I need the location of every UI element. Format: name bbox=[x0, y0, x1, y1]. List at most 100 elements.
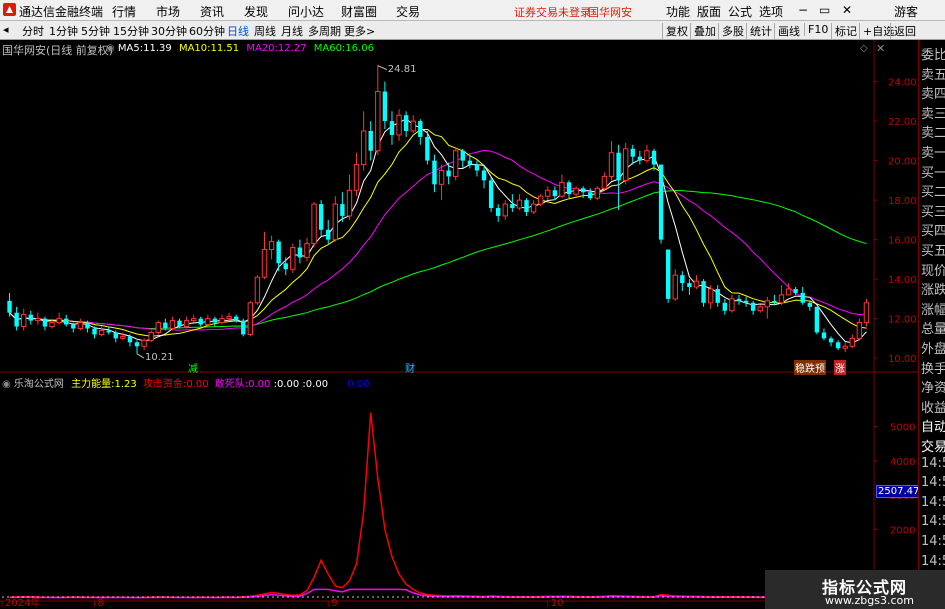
draw-line-button[interactable]: 画线 bbox=[774, 23, 800, 39]
mark-button[interactable]: 标记 bbox=[831, 23, 857, 39]
candle-body bbox=[665, 249, 671, 299]
user-label[interactable]: 游客 bbox=[894, 3, 918, 20]
quote-field: 卖二 bbox=[921, 126, 945, 142]
candle-body bbox=[552, 190, 558, 197]
quote-field: 14:56 bbox=[921, 514, 945, 530]
candle-body bbox=[715, 289, 720, 303]
indicator-main-energy: 主力能量:1.23 bbox=[71, 379, 137, 390]
candle-body bbox=[183, 320, 190, 328]
maximize-icon[interactable]: ▭ bbox=[819, 3, 830, 17]
chart-frame bbox=[0, 40, 918, 609]
tab-weekly[interactable]: 周线 bbox=[254, 23, 276, 39]
event-marker-rise[interactable]: 涨 bbox=[834, 360, 846, 375]
candle-body bbox=[148, 331, 154, 341]
candle-body bbox=[644, 150, 650, 162]
app-title: 通达信金融终端 bbox=[19, 5, 104, 19]
sub-legend-toggle-icon[interactable]: ◉ bbox=[2, 379, 11, 390]
candle-body bbox=[247, 302, 254, 335]
tab-intraday[interactable]: 分时 bbox=[22, 23, 44, 39]
tab-daily[interactable]: 日线 bbox=[227, 23, 249, 39]
candle-body bbox=[169, 320, 176, 330]
tab-1min[interactable]: 1分钟 bbox=[49, 23, 78, 39]
candle-body bbox=[687, 283, 692, 288]
add-watchlist-button[interactable]: +自选 bbox=[859, 23, 894, 39]
candle-body bbox=[545, 189, 551, 197]
ma10-value: 11.51 bbox=[210, 43, 240, 54]
menu-item-news[interactable]: 资讯 bbox=[200, 3, 224, 20]
x-tick-label: 8 bbox=[98, 598, 104, 609]
candle-body bbox=[566, 182, 572, 195]
menu-item-layout[interactable]: 版面 bbox=[697, 3, 721, 20]
candle-body bbox=[502, 203, 508, 217]
candle-body bbox=[588, 192, 593, 199]
multi-stock-button[interactable]: 多股 bbox=[718, 23, 744, 39]
back-button[interactable]: 返回 bbox=[890, 23, 916, 39]
candle-body bbox=[432, 160, 437, 185]
event-marker-forecast[interactable]: 稳跌预 bbox=[794, 360, 826, 375]
diamond-icon[interactable]: ◇ bbox=[860, 43, 868, 54]
tab-15min[interactable]: 15分钟 bbox=[113, 23, 149, 39]
menu-bar: 通达信金融终端 行情 市场 资讯 发现 问小达 财富圈 交易 证券交易未登录 国… bbox=[0, 0, 945, 21]
candle-body bbox=[828, 338, 834, 343]
candle-body bbox=[729, 298, 735, 312]
legend-toggle-icon[interactable]: ◉ bbox=[106, 43, 115, 54]
candle-body bbox=[226, 316, 232, 320]
event-marker-finance[interactable]: 财 bbox=[405, 360, 415, 375]
overlay-button[interactable]: 叠加 bbox=[690, 23, 716, 39]
kline-chart[interactable]: 24.00 22.00 20.00 18.00 16.00 14.00 12.00 10.00… bbox=[0, 40, 918, 609]
menu-item-ask[interactable]: 问小达 bbox=[288, 3, 324, 20]
candle-body bbox=[651, 150, 657, 165]
candle-body bbox=[821, 332, 827, 339]
candle-body bbox=[92, 328, 97, 335]
f10-button[interactable]: F10 bbox=[804, 23, 828, 36]
candle-body bbox=[120, 335, 126, 339]
candle-body bbox=[524, 200, 529, 212]
candle-body bbox=[71, 324, 76, 329]
candle-body bbox=[530, 203, 537, 213]
toolbar-left-arrow-icon[interactable]: ◂ bbox=[3, 23, 9, 36]
menu-item-market[interactable]: 市场 bbox=[156, 3, 180, 20]
ma60-value: 16.06 bbox=[345, 43, 374, 54]
login-status[interactable]: 证券交易未登录 bbox=[514, 4, 591, 20]
chart-close-icon[interactable]: ✕ bbox=[876, 42, 885, 55]
tab-monthly[interactable]: 月线 bbox=[281, 23, 303, 39]
tab-60min[interactable]: 60分钟 bbox=[189, 23, 225, 39]
minimize-icon[interactable]: − bbox=[798, 3, 808, 17]
menu-item-function[interactable]: 功能 bbox=[666, 3, 690, 20]
tab-more[interactable]: 更多> bbox=[344, 23, 375, 39]
ma5-value: 11.39 bbox=[143, 43, 172, 54]
candle-body bbox=[750, 302, 756, 311]
candle-body bbox=[276, 241, 281, 264]
candle-body bbox=[35, 318, 41, 322]
quote-field: 外盘 bbox=[921, 342, 945, 357]
candle-body bbox=[863, 302, 870, 324]
candle-body bbox=[56, 318, 62, 324]
menu-item-discover[interactable]: 发现 bbox=[244, 3, 268, 20]
tab-30min[interactable]: 30分钟 bbox=[151, 23, 187, 39]
tab-5min[interactable]: 5分钟 bbox=[81, 23, 110, 39]
menu-item-options[interactable]: 选项 bbox=[759, 3, 783, 20]
ma10-label: MA10: bbox=[178, 43, 211, 54]
event-marker-reduce[interactable]: 减 bbox=[188, 360, 198, 375]
close-icon[interactable]: ✕ bbox=[842, 3, 852, 17]
y-tick-label: 10.00 bbox=[888, 354, 917, 365]
candle-body bbox=[283, 263, 288, 270]
candle-body bbox=[155, 322, 161, 333]
tab-multi-period[interactable]: 多周期 bbox=[308, 23, 341, 39]
candle-body bbox=[537, 195, 544, 205]
sub-chart-legend: ◉ 乐淘公式网 主力能量:1.23 攻击资金:0.00 敢死队:0.00 :0.… bbox=[2, 375, 370, 390]
candle-body bbox=[396, 114, 402, 136]
y-tick-label: 12.00 bbox=[888, 315, 917, 326]
quote-field: 换手 bbox=[921, 361, 945, 377]
candle-body bbox=[403, 115, 409, 131]
menu-item-trade[interactable]: 交易 bbox=[396, 3, 420, 20]
statistics-button[interactable]: 统计 bbox=[746, 23, 772, 39]
restore-rights-button[interactable]: 复权 bbox=[662, 23, 688, 39]
menu-item-quotes[interactable]: 行情 bbox=[112, 3, 136, 20]
x-tick-label: 2024年 bbox=[5, 596, 40, 609]
watermark: 指标公式网 www.zbgs3.com bbox=[765, 570, 945, 609]
quote-field: 净资 bbox=[921, 381, 945, 397]
menu-item-wealth[interactable]: 财富圈 bbox=[341, 3, 377, 20]
menu-item-formula[interactable]: 公式 bbox=[728, 3, 752, 20]
quote-field: 委比 bbox=[921, 48, 945, 63]
